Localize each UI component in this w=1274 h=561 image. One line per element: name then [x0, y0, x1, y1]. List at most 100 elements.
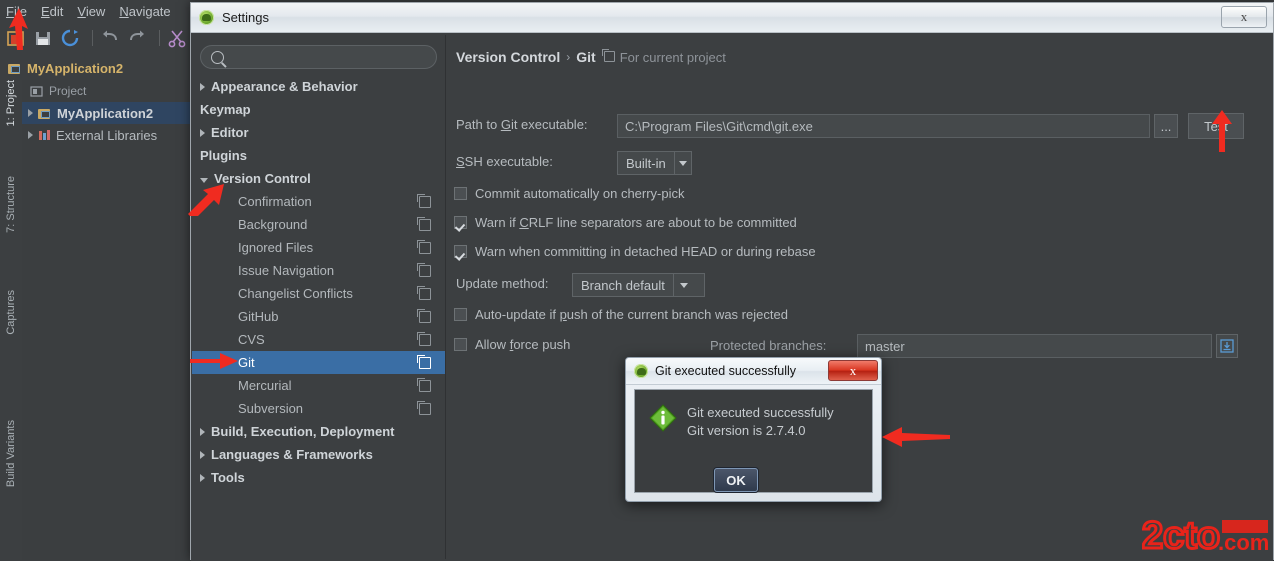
- settings-tree-item-appearance-behavior[interactable]: Appearance & Behavior: [192, 75, 445, 98]
- module-icon: [38, 107, 52, 120]
- crlf-checkbox[interactable]: [454, 216, 467, 229]
- chevron-down-icon[interactable]: [674, 152, 691, 174]
- tool-tab-build-variants[interactable]: Build Variants: [0, 420, 22, 514]
- watermark-text: 2cto: [1142, 516, 1220, 556]
- breadcrumb-root[interactable]: Version Control: [456, 49, 560, 65]
- settings-tree-item-background[interactable]: Background: [192, 213, 445, 236]
- git-result-dialog: Git executed successfully x Git executed…: [625, 357, 882, 502]
- chevron-down-icon[interactable]: [200, 178, 208, 183]
- undo-icon[interactable]: [99, 27, 121, 49]
- test-button[interactable]: Test: [1188, 113, 1244, 139]
- module-icon: [8, 62, 22, 75]
- settings-tree-item-label: Git: [238, 355, 255, 370]
- cherry-pick-checkbox-row[interactable]: Commit automatically on cherry-pick: [454, 186, 685, 201]
- menu-item-edit[interactable]: Edit: [41, 4, 63, 19]
- close-button[interactable]: x: [1221, 6, 1267, 28]
- settings-tree-item-plugins[interactable]: Plugins: [192, 144, 445, 167]
- scope-icon: [604, 51, 615, 62]
- detached-head-label: Warn when committing in detached HEAD or…: [475, 244, 816, 259]
- copy-settings-icon[interactable]: [419, 288, 431, 300]
- chevron-down-icon[interactable]: [673, 274, 694, 296]
- git-path-input[interactable]: C:\Program Files\Git\cmd\git.exe: [617, 114, 1150, 138]
- copy-settings-icon[interactable]: [419, 334, 431, 346]
- copy-settings-icon[interactable]: [419, 265, 431, 277]
- settings-tree-item-label: Editor: [211, 125, 249, 140]
- ok-button[interactable]: OK: [714, 468, 758, 492]
- settings-title-bar: Settings x: [191, 3, 1273, 33]
- detached-head-checkbox-row[interactable]: Warn when committing in detached HEAD or…: [454, 244, 816, 259]
- chevron-right-icon[interactable]: [200, 83, 205, 91]
- redo-icon[interactable]: [126, 27, 148, 49]
- autoupdate-label: Auto-update if push of the current branc…: [475, 307, 788, 322]
- force-push-checkbox[interactable]: [454, 338, 467, 351]
- sync-icon[interactable]: [59, 27, 81, 49]
- settings-tree-item-tools[interactable]: Tools: [192, 466, 445, 489]
- settings-tree-item-subversion[interactable]: Subversion: [192, 397, 445, 420]
- chevron-right-icon[interactable]: [200, 451, 205, 459]
- project-panel-header-label: Project: [49, 84, 86, 98]
- crlf-checkbox-row[interactable]: Warn if CRLF line separators are about t…: [454, 215, 797, 230]
- cherry-pick-checkbox[interactable]: [454, 187, 467, 200]
- autoupdate-checkbox[interactable]: [454, 308, 467, 321]
- force-push-checkbox-row[interactable]: Allow force push: [454, 337, 570, 352]
- copy-settings-icon[interactable]: [419, 357, 431, 369]
- menu-item-navigate[interactable]: Navigate: [119, 4, 170, 19]
- settings-tree-item-ignored-files[interactable]: Ignored Files: [192, 236, 445, 259]
- protected-branches-input[interactable]: master: [857, 334, 1212, 358]
- copy-settings-icon[interactable]: [419, 219, 431, 231]
- open-project-icon[interactable]: [5, 27, 27, 49]
- settings-tree-item-git[interactable]: Git: [192, 351, 445, 374]
- settings-tree-item-github[interactable]: GitHub: [192, 305, 445, 328]
- copy-settings-icon[interactable]: [419, 380, 431, 392]
- ssh-executable-combo[interactable]: Built-in: [617, 151, 692, 175]
- settings-tree-item-cvs[interactable]: CVS: [192, 328, 445, 351]
- cherry-pick-label: Commit automatically on cherry-pick: [475, 186, 685, 201]
- browse-button[interactable]: ...: [1154, 114, 1178, 138]
- dialog-message-line2: Git version is 2.7.4.0: [687, 422, 834, 440]
- navbar-project-name[interactable]: MyApplication2: [27, 61, 123, 76]
- cut-icon[interactable]: [166, 27, 188, 49]
- expand-arrow-icon[interactable]: [28, 109, 33, 117]
- settings-tree-item-version-control[interactable]: Version Control: [192, 167, 445, 190]
- chevron-right-icon[interactable]: [200, 428, 205, 436]
- project-row-external-libraries[interactable]: External Libraries: [22, 124, 190, 146]
- ssh-executable-value: Built-in: [618, 152, 674, 174]
- copy-settings-icon[interactable]: [419, 242, 431, 254]
- detached-head-checkbox[interactable]: [454, 245, 467, 258]
- project-row-myapplication2[interactable]: MyApplication2: [22, 102, 190, 124]
- settings-tree-item-label: Subversion: [238, 401, 303, 416]
- tool-tab-project[interactable]: 1: Project: [0, 80, 22, 154]
- watermark-suffix: .com: [1218, 530, 1269, 555]
- settings-tree-item-issue-navigation[interactable]: Issue Navigation: [192, 259, 445, 282]
- settings-tree-item-build-execution-deployment[interactable]: Build, Execution, Deployment: [192, 420, 445, 443]
- watermark-badge: [1222, 520, 1268, 533]
- settings-tree-item-languages-frameworks[interactable]: Languages & Frameworks: [192, 443, 445, 466]
- settings-tree-item-label: Build, Execution, Deployment: [211, 424, 394, 439]
- search-input[interactable]: [200, 45, 437, 69]
- breadcrumb-scope-label: For current project: [620, 50, 726, 65]
- copy-settings-icon[interactable]: [419, 311, 431, 323]
- settings-tree-item-keymap[interactable]: Keymap: [192, 98, 445, 121]
- chevron-right-icon[interactable]: [200, 474, 205, 482]
- autoupdate-checkbox-row[interactable]: Auto-update if push of the current branc…: [454, 307, 788, 322]
- settings-tree: Appearance & Behavior Keymap Editor Plugins…: [192, 75, 445, 489]
- expand-arrow-icon[interactable]: [28, 131, 33, 139]
- settings-tree-item-changelist-conflicts[interactable]: Changelist Conflicts: [192, 282, 445, 305]
- menu-item-file[interactable]: File: [6, 4, 27, 19]
- tool-tab-captures[interactable]: Captures: [0, 290, 22, 356]
- tool-tab-structure[interactable]: 7: Structure: [0, 176, 22, 260]
- expand-field-icon[interactable]: [1216, 334, 1238, 358]
- settings-tree-item-confirmation[interactable]: Confirmation: [192, 190, 445, 213]
- update-method-combo[interactable]: Branch default: [572, 273, 705, 297]
- settings-tree-item-label: Keymap: [200, 102, 251, 117]
- libraries-icon: [38, 129, 51, 142]
- save-all-icon[interactable]: [32, 27, 54, 49]
- menu-item-view[interactable]: View: [77, 4, 105, 19]
- dialog-close-button[interactable]: x: [828, 360, 878, 381]
- chevron-right-icon[interactable]: [200, 129, 205, 137]
- copy-settings-icon[interactable]: [419, 403, 431, 415]
- settings-tree-item-label: Ignored Files: [238, 240, 313, 255]
- settings-tree-item-editor[interactable]: Editor: [192, 121, 445, 144]
- copy-settings-icon[interactable]: [419, 196, 431, 208]
- settings-tree-item-mercurial[interactable]: Mercurial: [192, 374, 445, 397]
